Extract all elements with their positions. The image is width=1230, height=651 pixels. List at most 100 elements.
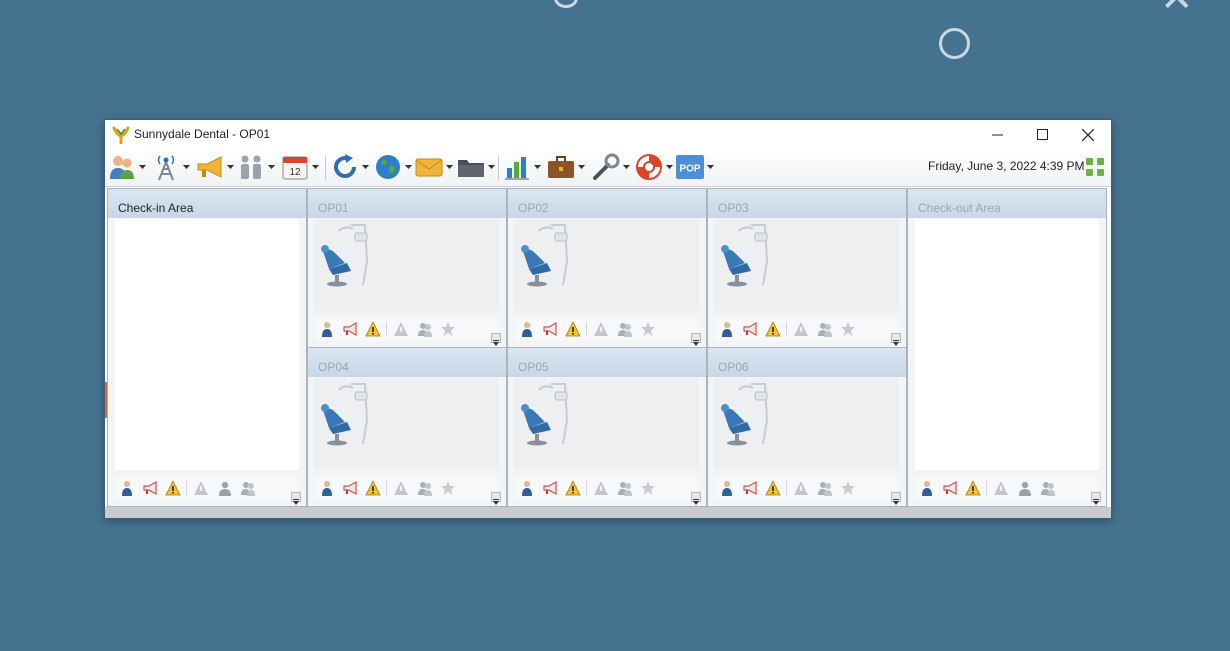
pop-button[interactable]: POP — [675, 152, 714, 182]
warning-icon[interactable] — [565, 321, 581, 337]
reports-button[interactable] — [502, 152, 541, 182]
star-icon[interactable] — [440, 321, 456, 337]
megaphone-icon[interactable] — [342, 321, 358, 337]
chevron-down-icon[interactable] — [446, 164, 453, 170]
team-gray-icon[interactable] — [817, 321, 833, 337]
operatory-panel-op02[interactable]: OP02 — [507, 188, 707, 348]
megaphone-icon[interactable] — [742, 480, 758, 496]
operatory-body[interactable] — [515, 219, 699, 311]
team-gray-icon[interactable] — [240, 480, 256, 496]
star-icon[interactable] — [640, 321, 656, 337]
team-gray-icon[interactable] — [617, 480, 633, 496]
chevron-down-icon[interactable] — [227, 164, 234, 170]
patient-icon[interactable] — [519, 480, 535, 496]
warning-icon[interactable] — [765, 480, 781, 496]
team-gray-icon[interactable] — [417, 321, 433, 337]
chevron-down-icon[interactable] — [183, 164, 190, 170]
star-icon[interactable] — [440, 480, 456, 496]
patient-icon[interactable] — [719, 321, 735, 337]
alert-gray-icon[interactable] — [793, 480, 809, 496]
chevron-down-icon[interactable] — [666, 164, 673, 170]
patient-icon[interactable] — [919, 480, 935, 496]
help-button[interactable] — [634, 152, 673, 182]
operatory-panel-op05[interactable]: OP05 — [507, 347, 707, 507]
operatory-body[interactable] — [715, 378, 899, 470]
patient-icon[interactable] — [319, 480, 335, 496]
alert-gray-icon[interactable] — [593, 321, 609, 337]
patient-icon[interactable] — [519, 321, 535, 337]
alert-gray-icon[interactable] — [993, 480, 1009, 496]
warning-icon[interactable] — [965, 480, 981, 496]
expand-dropdown-icon[interactable] — [891, 333, 901, 346]
chevron-down-icon[interactable] — [405, 164, 412, 170]
operatory-panel-op06[interactable]: OP06 — [707, 347, 907, 507]
warning-icon[interactable] — [365, 321, 381, 337]
megaphone-icon[interactable] — [942, 480, 958, 496]
alert-gray-icon[interactable] — [393, 480, 409, 496]
star-icon[interactable] — [640, 480, 656, 496]
maximize-button[interactable] — [1019, 120, 1065, 149]
minimize-button[interactable] — [974, 120, 1020, 149]
team-gray-icon[interactable] — [417, 480, 433, 496]
expand-dropdown-icon[interactable] — [691, 492, 701, 505]
warning-icon[interactable] — [565, 480, 581, 496]
alert-gray-icon[interactable] — [793, 321, 809, 337]
megaphone-icon[interactable] — [142, 480, 158, 496]
alert-gray-icon[interactable] — [193, 480, 209, 496]
checkin-area-panel[interactable]: Check-in Area — [107, 188, 307, 507]
operatory-panel-op03[interactable]: OP03 — [707, 188, 907, 348]
warning-icon[interactable] — [165, 480, 181, 496]
expand-dropdown-icon[interactable] — [491, 492, 501, 505]
team-gray-icon[interactable] — [817, 480, 833, 496]
mail-button[interactable] — [414, 152, 453, 182]
chevron-down-icon[interactable] — [139, 164, 146, 170]
chevron-down-icon[interactable] — [268, 164, 275, 170]
expand-dropdown-icon[interactable] — [291, 492, 301, 505]
alert-gray-icon[interactable] — [593, 480, 609, 496]
chevron-down-icon[interactable] — [623, 164, 630, 170]
megaphone-icon[interactable] — [542, 480, 558, 496]
patients-button[interactable] — [107, 152, 146, 182]
team-gray-icon[interactable] — [617, 321, 633, 337]
checkout-area-list[interactable] — [915, 219, 1099, 470]
alert-gray-icon[interactable] — [393, 321, 409, 337]
operatory-panel-op04[interactable]: OP04 — [307, 347, 507, 507]
operatory-panel-op01[interactable]: OP01 — [307, 188, 507, 348]
family-button[interactable] — [236, 152, 275, 182]
tools-button[interactable] — [591, 152, 630, 182]
star-icon[interactable] — [840, 480, 856, 496]
star-icon[interactable] — [840, 321, 856, 337]
close-button[interactable] — [1065, 120, 1111, 149]
chevron-down-icon[interactable] — [707, 164, 714, 170]
chevron-down-icon[interactable] — [578, 164, 585, 170]
calendar-button[interactable]: 12 — [280, 152, 319, 182]
patient-icon[interactable] — [319, 321, 335, 337]
chevron-down-icon[interactable] — [488, 164, 495, 170]
operatory-body[interactable] — [515, 378, 699, 470]
expand-dropdown-icon[interactable] — [891, 492, 901, 505]
operatory-body[interactable] — [315, 378, 499, 470]
web-button[interactable] — [373, 152, 412, 182]
expand-dropdown-icon[interactable] — [491, 333, 501, 346]
patient-icon[interactable] — [719, 480, 735, 496]
checkin-area-list[interactable] — [115, 219, 299, 470]
chevron-down-icon[interactable] — [534, 164, 541, 170]
expand-dropdown-icon[interactable] — [691, 333, 701, 346]
person-gray-icon[interactable] — [1017, 480, 1033, 496]
warning-icon[interactable] — [365, 480, 381, 496]
checkout-area-panel[interactable]: Check-out Area — [907, 188, 1107, 507]
megaphone-icon[interactable] — [542, 321, 558, 337]
team-gray-icon[interactable] — [1040, 480, 1056, 496]
chevron-down-icon[interactable] — [362, 164, 369, 170]
layout-grid-icon[interactable] — [1085, 157, 1105, 177]
operatory-body[interactable] — [715, 219, 899, 311]
refresh-button[interactable] — [330, 152, 369, 182]
patient-icon[interactable] — [119, 480, 135, 496]
expand-dropdown-icon[interactable] — [1091, 492, 1101, 505]
broadcast-button[interactable] — [151, 152, 190, 182]
folder-button[interactable] — [456, 152, 495, 182]
megaphone-icon[interactable] — [342, 480, 358, 496]
person-gray-icon[interactable] — [217, 480, 233, 496]
warning-icon[interactable] — [765, 321, 781, 337]
chevron-down-icon[interactable] — [312, 164, 319, 170]
